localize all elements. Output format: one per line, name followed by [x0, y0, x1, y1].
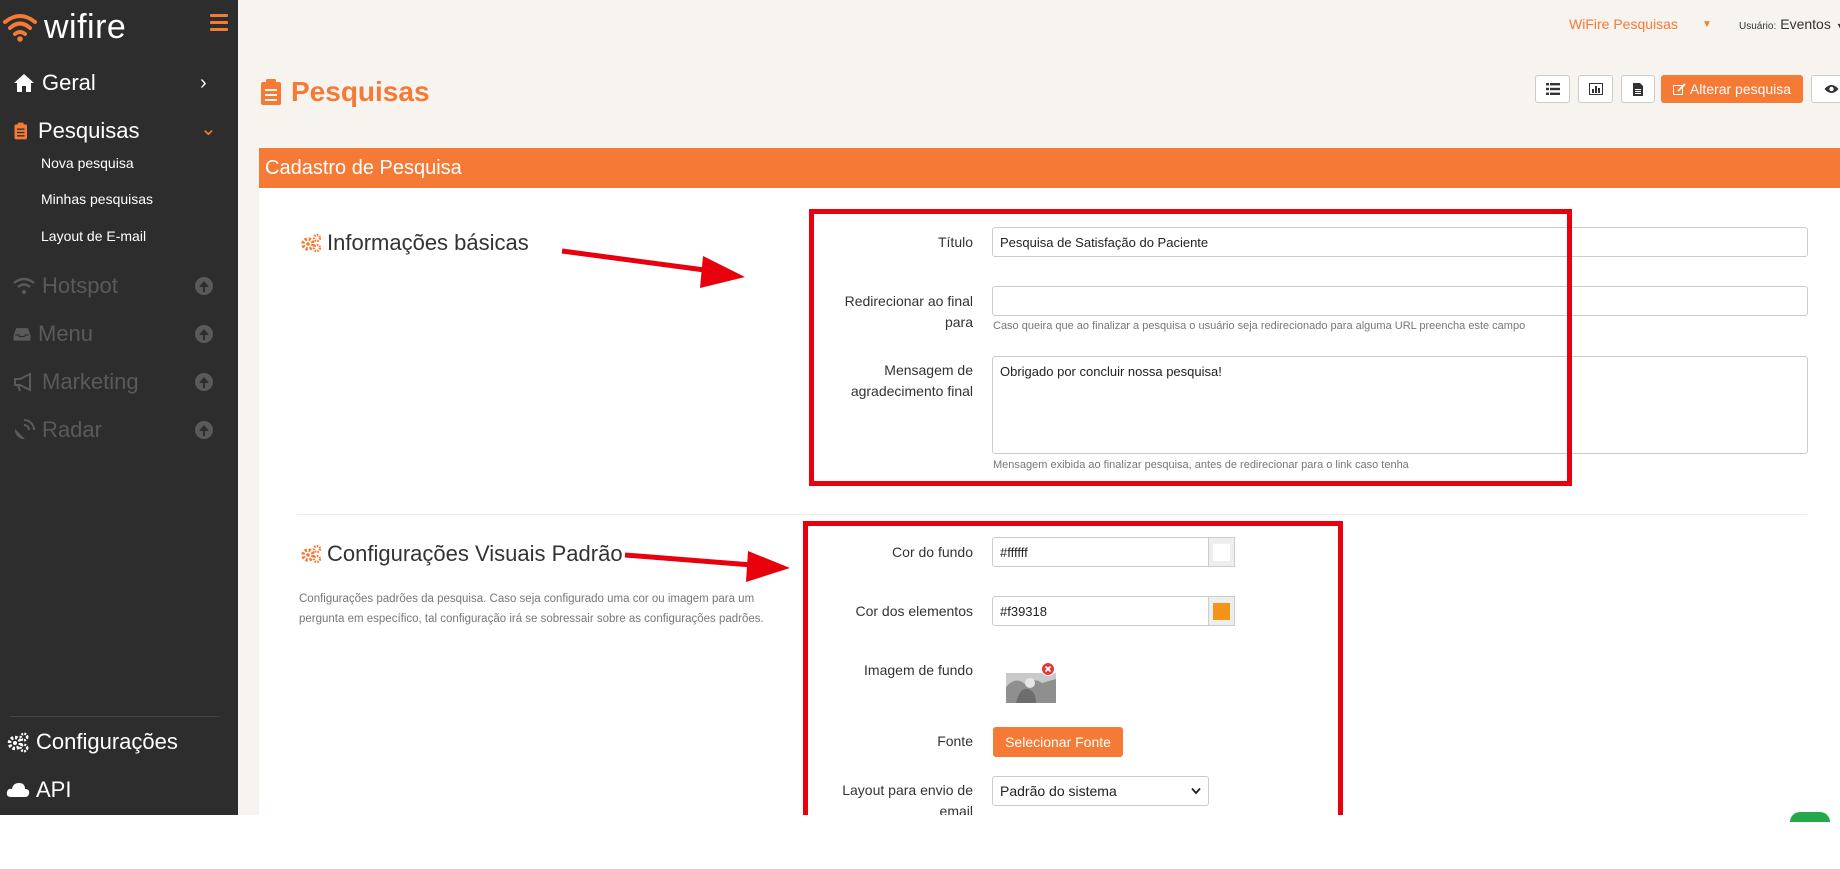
annotation-arrow [624, 551, 790, 582]
annotation-arrow [561, 248, 745, 288]
bottom-strip [0, 815, 1840, 869]
chat-widget-button[interactable] [1790, 812, 1830, 822]
annotation-arrows [561, 248, 790, 582]
